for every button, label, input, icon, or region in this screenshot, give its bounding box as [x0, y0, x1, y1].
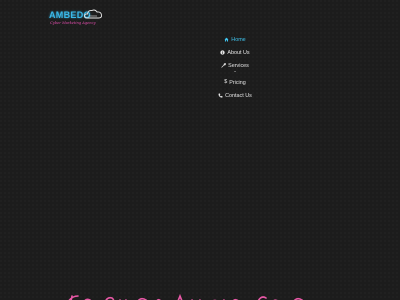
brand-logo[interactable]: AMBEDO Cyber Marketing Agency	[49, 8, 109, 30]
main-nav: Home About Us Services ⌄ $ Pricing Conta…	[180, 33, 290, 102]
cloud-icon	[83, 9, 103, 19]
nav-label-pricing: Pricing	[229, 79, 246, 86]
nav-label-contact: Contact Us	[225, 92, 252, 99]
nav-services-block: Services ⌄	[221, 59, 249, 76]
nav-label-services: Services	[228, 62, 249, 69]
info-icon	[220, 50, 226, 55]
chevron-down-icon[interactable]: ⌄	[233, 69, 236, 76]
nav-label-about: About Us	[227, 49, 250, 56]
brand-tagline: Cyber Marketing Agency	[50, 21, 96, 25]
home-icon	[224, 37, 229, 42]
nav-item-pricing[interactable]: $ Pricing	[224, 76, 245, 89]
nav-item-home[interactable]: Home	[224, 33, 246, 46]
nav-label-home: Home	[231, 36, 246, 43]
dollar-icon: $	[224, 79, 228, 85]
page: AMBEDO Cyber Marketing Agency Home About…	[0, 0, 400, 300]
phone-icon	[218, 93, 223, 98]
hero-neon-headline	[68, 293, 303, 300]
nav-item-contact[interactable]: Contact Us	[218, 89, 252, 102]
wrench-icon	[221, 63, 227, 68]
nav-item-about[interactable]: About Us	[220, 46, 250, 59]
